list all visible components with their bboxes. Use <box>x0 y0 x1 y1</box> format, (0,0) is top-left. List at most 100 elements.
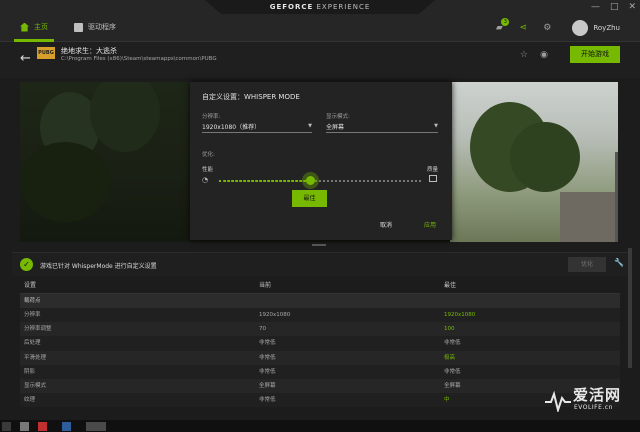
settings-gear-icon[interactable]: ⚙ <box>542 23 552 33</box>
display-mode-value: 全屏幕 <box>326 124 345 131</box>
notifications-icon[interactable]: ▰ 3 <box>494 18 510 33</box>
main-nav: 主页 驱动程序 <box>20 22 116 32</box>
quality-monitor-icon <box>429 175 437 182</box>
performance-label: 性能 <box>202 167 214 173</box>
back-arrow-icon[interactable]: ← <box>20 51 31 66</box>
setting-name: 纹理 <box>24 397 36 404</box>
current-value: 非常低 <box>259 368 276 375</box>
settings-table: 设置 当前 最佳 载荷点 分辨率 1920x1080 1920x1080 分辨率调整… <box>20 278 620 408</box>
toolbar-right: ▰ 3 ⋖ ⚙ RoyZhu <box>494 18 620 36</box>
taskbar-app-icon[interactable] <box>86 422 106 431</box>
game-logo: PUBG <box>37 47 55 59</box>
table-row: 分辨率调整 70 100 <box>20 322 620 337</box>
resolution-label: 分辨率: <box>202 114 221 120</box>
display-mode-select[interactable]: 全屏幕 ▼ <box>326 122 438 133</box>
heartbeat-icon <box>545 390 571 412</box>
user-menu[interactable]: RoyZhu <box>572 20 620 36</box>
best-value: 非常低 <box>444 340 461 347</box>
table-row: 分辨率 1920x1080 1920x1080 <box>20 308 620 323</box>
column-header-setting: 设置 <box>24 282 37 289</box>
tab-drivers[interactable]: 驱动程序 <box>74 22 116 32</box>
table-scrollbar[interactable] <box>628 248 632 368</box>
game-title: 绝地求生：大逃杀 <box>61 47 117 55</box>
table-row: 显示模式 全屏幕 全屏幕 <box>20 378 620 394</box>
current-value: 非常低 <box>259 354 276 361</box>
dialog-title: 自定义设置：WHISPER MODE <box>202 93 300 101</box>
watermark-title: 爱活网 <box>573 386 622 404</box>
apply-button[interactable]: 应用 <box>424 220 436 229</box>
maximize-button[interactable]: □ <box>610 2 619 12</box>
resolution-select[interactable]: 1920x1080（推荐） ▼ <box>202 122 312 133</box>
optimize-slider-fill <box>219 180 310 182</box>
optimize-slider-handle[interactable] <box>302 172 319 189</box>
top-bar: GEFORCE EXPERIENCE — □ ✕ 主页 驱动程序 ▰ 3 ⋖ ⚙ … <box>0 0 640 42</box>
chevron-down-icon: ▼ <box>308 123 312 129</box>
wrench-icon[interactable]: 🔧 <box>614 258 624 267</box>
quality-label: 质量 <box>427 167 439 173</box>
table-row: 平滑处理 非常低 极高 <box>20 350 620 365</box>
screenshot-right-scene <box>450 82 618 242</box>
taskbar-app-icon[interactable] <box>38 422 47 431</box>
screenshot-scrollbar[interactable] <box>615 152 618 242</box>
favorite-star-icon[interactable]: ☆ <box>520 50 528 60</box>
current-value: 70 <box>259 326 266 333</box>
tab-drivers-label: 驱动程序 <box>88 23 116 31</box>
best-value: 极高 <box>444 354 456 361</box>
window-controls: — □ ✕ <box>591 2 636 12</box>
panel-drag-handle[interactable] <box>312 244 326 246</box>
screenshot-left-scene <box>20 82 190 242</box>
setting-name: 阴影 <box>24 368 36 375</box>
game-header: ← PUBG 绝地求生：大逃杀 C:\Program Files (x86)\S… <box>0 42 640 78</box>
table-row: 阴影 非常低 非常低 <box>20 364 620 379</box>
optimize-button[interactable]: 优化 <box>568 257 606 272</box>
setting-name: 分辨率 <box>24 312 41 318</box>
best-value: 非常低 <box>444 368 461 375</box>
close-button[interactable]: ✕ <box>628 2 636 12</box>
best-settings-button[interactable]: 最佳 <box>292 190 327 207</box>
windows-taskbar <box>0 420 640 432</box>
taskbar-app-icon[interactable] <box>20 422 29 431</box>
notification-badge: 3 <box>501 18 510 26</box>
check-icon: ✓ <box>20 258 33 271</box>
status-text: 游戏已针对 WhisperMode 进行自定义设置 <box>40 263 157 270</box>
view-eye-icon[interactable]: ◉ <box>540 50 548 60</box>
setting-name: 分辨率调整 <box>24 326 52 333</box>
custom-settings-dialog: 自定义设置：WHISPER MODE 分辨率: 1920x1080（推荐） ▼ … <box>190 82 452 240</box>
column-header-current: 当前 <box>259 282 272 289</box>
game-install-path: C:\Program Files (x86)\Steam\steamapps\c… <box>61 56 217 62</box>
home-icon <box>20 22 29 32</box>
minimize-button[interactable]: — <box>591 2 600 12</box>
cancel-button[interactable]: 取消 <box>380 220 392 229</box>
best-value: 1920x1080 <box>444 312 476 318</box>
current-value: 非常低 <box>259 340 276 347</box>
current-value: 非常低 <box>259 397 276 404</box>
watermark-logo: 爱活网 EVOLIFE.cn <box>545 384 637 420</box>
watermark-subtitle: EVOLIFE.cn <box>574 404 613 411</box>
table-row: 纹理 非常低中 <box>20 393 620 408</box>
resolution-value: 1920x1080（推荐） <box>202 124 261 131</box>
taskbar-app-icon[interactable] <box>62 422 71 431</box>
column-header-best: 最佳 <box>444 282 457 289</box>
section-label: 载荷点 <box>24 298 41 304</box>
display-mode-label: 显示模式: <box>326 114 350 120</box>
driver-icon <box>74 22 83 32</box>
table-row: 后处理 非常低 非常低 <box>20 336 620 351</box>
setting-name: 显示模式 <box>24 382 47 389</box>
optimize-label: 优化: <box>202 152 215 158</box>
avatar <box>572 20 589 36</box>
start-game-button[interactable]: 开始游戏 <box>570 46 620 63</box>
setting-name: 后处理 <box>24 340 41 347</box>
tab-home-label: 主页 <box>34 23 48 31</box>
current-value: 1920x1080 <box>259 312 291 318</box>
performance-gauge-icon: ◔ <box>202 176 209 184</box>
optimization-status-bar: ✓ 游戏已针对 WhisperMode 进行自定义设置 优化 🔧 <box>12 252 632 276</box>
chevron-down-icon: ▼ <box>434 123 438 129</box>
app-brand: GEFORCE EXPERIENCE <box>205 0 435 14</box>
table-section-row: 载荷点 <box>20 294 620 308</box>
setting-name: 平滑处理 <box>24 354 47 361</box>
table-header: 设置 当前 最佳 <box>20 278 620 294</box>
taskbar-app-icon[interactable] <box>2 422 11 431</box>
share-icon[interactable]: ⋖ <box>518 23 528 33</box>
user-name: RoyZhu <box>593 24 620 32</box>
tab-home[interactable]: 主页 <box>20 22 48 32</box>
